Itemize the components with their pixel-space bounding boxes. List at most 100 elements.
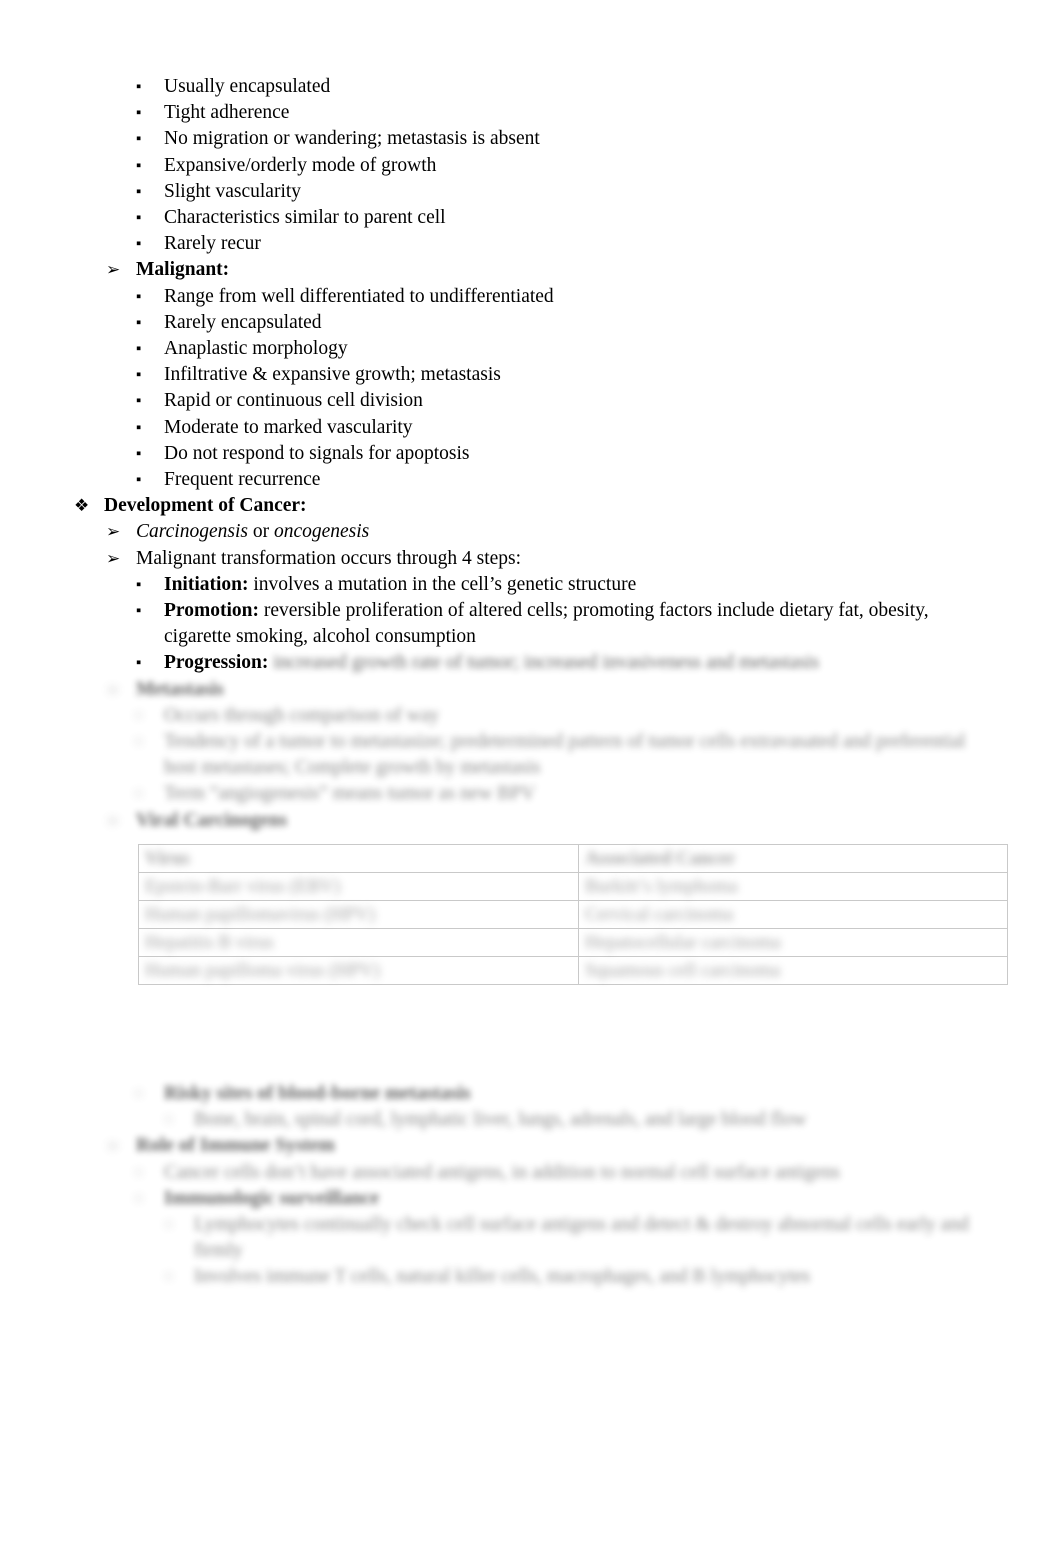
malignant-transformation-row: ➢ Malignant transformation occurs throug…: [74, 546, 990, 572]
arrow-bullet-icon: ➢: [106, 679, 121, 699]
table-cell-virus: Epstein-Barr virus (EBV): [138, 871, 579, 901]
square-bullet-icon: ▪: [136, 1190, 142, 1207]
square-bullet-icon: ▪: [136, 236, 142, 253]
list-item: ▪ Term “angiogenesis” means tumor as new…: [74, 781, 990, 807]
immunologic-surveillance-heading-row: ▪ Immunologic surveillance: [74, 1186, 990, 1212]
list-item-label: Rarely recur: [164, 233, 261, 255]
list-item: ▪ Anaplastic morphology: [74, 336, 990, 362]
table-cell-cancer: Squamous cell carcinoma: [578, 955, 1008, 985]
table-row: Hepatitis B virus Hepatocellular carcino…: [138, 927, 1008, 957]
arrow-bullet-icon: ➢: [106, 260, 121, 280]
virus-cancer-table-wrap: Virus Associated Cancer Epstein-Barr vir…: [138, 843, 1008, 985]
immune-system-heading-row: ➢ Role of Immune System: [74, 1133, 990, 1159]
carcinogensis-term: Carcinogensis: [136, 521, 248, 543]
list-item-label: Moderate to marked vascularity: [164, 416, 413, 438]
arrow-bullet-icon: ➢: [106, 1136, 121, 1156]
list-item-label: Slight vascularity: [164, 180, 302, 202]
vertical-gap: [74, 985, 990, 1081]
virus-cancer-table: Virus Associated Cancer Epstein-Barr vir…: [138, 843, 1008, 985]
list-item-label: Characteristics similar to parent cell: [164, 207, 446, 229]
square-bullet-icon: ▪: [136, 105, 142, 122]
list-item-label-redacted: Term “angiogenesis” means tumor as new B…: [164, 783, 536, 805]
list-item: ▪ Slight vascularity: [74, 179, 990, 205]
table-header-virus: Virus: [138, 843, 579, 873]
list-item: ▪ Lymphocytes continually check cell sur…: [74, 1212, 990, 1264]
table-header-associated-cancer: Associated Cancer: [578, 843, 1008, 873]
square-bullet-icon: ▪: [136, 367, 142, 384]
metastasis-heading-redacted: Metastasis: [136, 678, 224, 700]
arrow-bullet-icon: ➢: [106, 548, 121, 568]
square-bullet-icon: ▪: [136, 655, 142, 672]
list-item-label: Frequent recurrence: [164, 469, 321, 491]
square-bullet-icon: ▪: [136, 210, 142, 227]
list-item: ▪ Frequent recurrence: [74, 467, 990, 493]
viral-carcinogens-heading-redacted: Viral Carcinogens: [136, 809, 288, 831]
list-item: ▪ Tendency of a tumor to metastasize; pr…: [74, 729, 990, 781]
list-item-label-redacted: Cancer cells don’t have associated antig…: [164, 1161, 840, 1183]
list-item-label-redacted: Bone, brain, spinal cord, lymphatic live…: [194, 1109, 807, 1131]
step-promotion-label: Promotion:: [164, 600, 259, 622]
square-bullet-icon: ▪: [166, 1269, 172, 1286]
table-cell-virus: Human papilloma virus (HPV): [138, 955, 579, 985]
list-item: ▪ Characteristics similar to parent cell: [74, 205, 990, 231]
risky-sites-heading-redacted: Risky sites of blood-borne metastasis: [164, 1082, 471, 1104]
risky-sites-heading-row: ▪ Risky sites of blood-borne metastasis: [74, 1081, 990, 1107]
square-bullet-icon: ▪: [136, 1164, 142, 1181]
malignant-transformation-label: Malignant transformation occurs through …: [136, 547, 522, 569]
table-cell-virus: Hepatitis B virus: [138, 927, 579, 957]
redacted-lower-section: ▪ Risky sites of blood-borne metastasis …: [74, 1081, 990, 1291]
step-promotion-text: reversible proliferation of altered cell…: [164, 600, 929, 648]
list-item: ▪ Rapid or continuous cell division: [74, 388, 990, 414]
viral-carcinogens-heading-row: ➢ Viral Carcinogens: [74, 808, 990, 834]
carcinogenesis-row: ➢ Carcinogensis or oncogenesis: [74, 519, 990, 545]
list-item: ▪ Involves immune T cells, natural kille…: [74, 1264, 990, 1290]
table-row: Human papillomavirus (HPV) Cervical carc…: [138, 899, 1008, 929]
benign-characteristics-list: ▪ Usually encapsulated ▪ Tight adherence…: [74, 74, 990, 257]
list-item: ▪ Infiltrative & expansive growth; metas…: [74, 362, 990, 388]
list-item-label-redacted: Occurs through comparison of way: [164, 704, 440, 726]
immune-system-heading-redacted: Role of Immune System: [136, 1135, 335, 1157]
square-bullet-icon: ▪: [136, 341, 142, 358]
square-bullet-icon: ▪: [136, 472, 142, 489]
list-item: ▪ Tight adherence: [74, 100, 990, 126]
metastasis-heading-row: ➢ Metastasis: [74, 677, 990, 703]
square-bullet-icon: ▪: [136, 734, 142, 751]
step-progression-row: ▪ Progression: increased growth rate of …: [74, 650, 990, 676]
square-bullet-icon: ▪: [166, 1216, 172, 1233]
step-promotion-row: ▪ Promotion: reversible proliferation of…: [74, 598, 990, 650]
document-body: ▪ Usually encapsulated ▪ Tight adherence…: [74, 74, 1008, 1291]
list-item: ▪ Do not respond to signals for apoptosi…: [74, 441, 990, 467]
list-item: ▪ Moderate to marked vascularity: [74, 415, 990, 441]
square-bullet-icon: ▪: [136, 393, 142, 410]
malignant-characteristics-list: ▪ Range from well differentiated to undi…: [74, 284, 990, 494]
square-bullet-icon: ▪: [136, 131, 142, 148]
table-cell-cancer: Burkitt’s lymphoma: [578, 871, 1008, 901]
square-bullet-icon: ▪: [136, 157, 142, 174]
conjunction-or: or: [247, 521, 274, 543]
square-bullet-icon: ▪: [136, 419, 142, 436]
list-item-label-redacted: Involves immune T cells, natural killer …: [194, 1266, 811, 1288]
list-item: ▪ Rarely recur: [74, 231, 990, 257]
list-item: ▪ No migration or wandering; metastasis …: [74, 126, 990, 152]
malignant-heading-row: ➢ Malignant:: [74, 257, 990, 283]
list-item: ▪ Range from well differentiated to undi…: [74, 284, 990, 310]
immunologic-surveillance-heading-redacted: Immunologic surveillance: [164, 1187, 380, 1209]
table-row: Epstein-Barr virus (EBV) Burkitt’s lymph…: [138, 871, 1008, 901]
list-item: ▪ Expansive/orderly mode of growth: [74, 153, 990, 179]
square-bullet-icon: ▪: [136, 786, 142, 803]
step-progression: Progression: increased growth rate of tu…: [164, 650, 990, 676]
carcinogenesis-label: Carcinogensis or oncogenesis: [136, 519, 990, 545]
step-initiation: Initiation: involves a mutation in the c…: [164, 572, 990, 598]
step-initiation-text: involves a mutation in the cell’s geneti…: [248, 573, 637, 595]
square-bullet-icon: ▪: [136, 707, 142, 724]
list-item: ▪ Occurs through comparison of way: [74, 703, 990, 729]
list-item-label: Rapid or continuous cell division: [164, 390, 423, 412]
step-progression-label: Progression:: [164, 652, 269, 674]
table-cell-cancer: Cervical carcinoma: [578, 899, 1008, 929]
square-bullet-icon: ▪: [136, 79, 142, 95]
step-initiation-row: ▪ Initiation: involves a mutation in the…: [74, 572, 990, 598]
square-bullet-icon: ▪: [136, 445, 142, 462]
square-bullet-icon: ▪: [136, 576, 142, 593]
table-cell-virus: Human papillomavirus (HPV): [138, 899, 579, 929]
arrow-bullet-icon: ➢: [106, 810, 121, 830]
